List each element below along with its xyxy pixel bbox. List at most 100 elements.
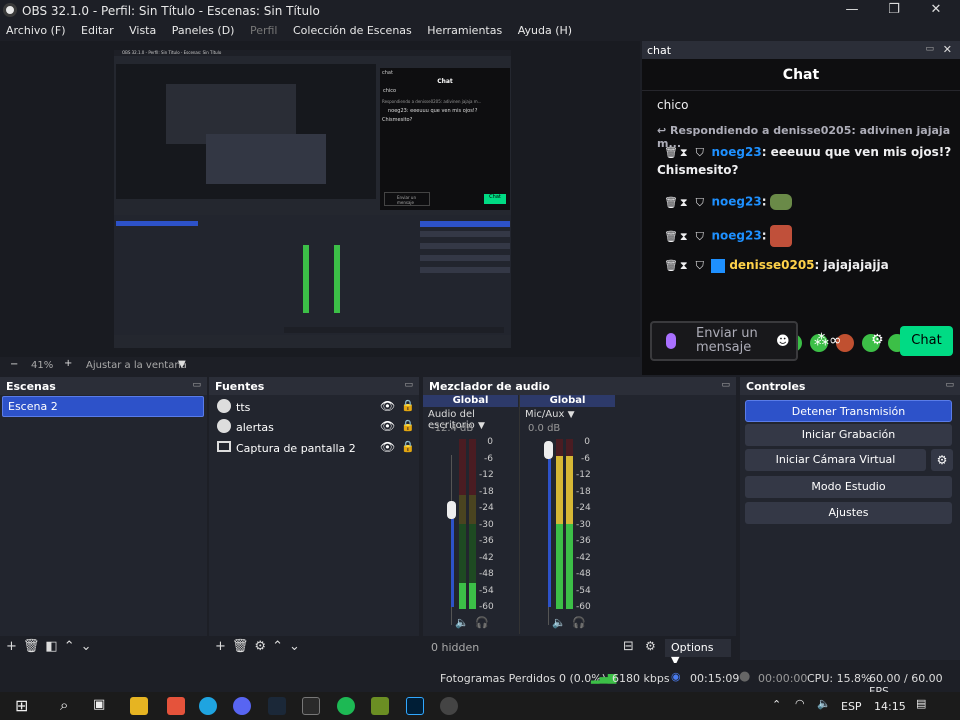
file-explorer-icon[interactable]: [130, 697, 148, 715]
emoji-icon[interactable]: ☻: [776, 334, 790, 349]
chat-username[interactable]: noeg23: [711, 145, 761, 159]
add-icon[interactable]: +: [215, 639, 226, 654]
bits-icon[interactable]: ⁂∞: [814, 331, 842, 349]
minecraft-icon[interactable]: [371, 697, 389, 715]
delete-icon[interactable]: 🗑: [664, 259, 678, 272]
task-view-icon[interactable]: ▣: [93, 697, 105, 712]
edge-icon[interactable]: [199, 697, 217, 715]
float-icon[interactable]: ▭: [925, 44, 934, 54]
gear-icon[interactable]: ⚙: [645, 639, 656, 653]
minimize-button[interactable]: —: [832, 0, 872, 21]
undock-icon[interactable]: ▭: [945, 380, 954, 390]
close-button[interactable]: ✕: [916, 0, 956, 21]
settings-button[interactable]: Ajustes: [745, 502, 952, 524]
chat-input[interactable]: Enviar un mensaje ☻: [650, 321, 798, 361]
up-icon[interactable]: ⌃: [64, 639, 75, 654]
trash-icon[interactable]: 🗑: [23, 639, 40, 654]
menu-perfil[interactable]: Perfil: [244, 21, 284, 37]
up-icon[interactable]: ⌃: [272, 639, 283, 654]
ban-shield-icon[interactable]: ⛉: [696, 259, 708, 273]
gear-icon[interactable]: ⚙: [254, 639, 266, 654]
timeout-icon[interactable]: ⧗: [680, 230, 692, 244]
start-virtual-camera-button[interactable]: Iniciar Cámara Virtual: [745, 449, 926, 471]
menu-editar[interactable]: Editar: [75, 21, 120, 37]
stop-stream-button[interactable]: Detener Transmisión: [745, 400, 952, 422]
notifications-icon[interactable]: ▤: [916, 697, 926, 710]
zoom-in-button[interactable]: +: [64, 358, 72, 369]
menu-ayuda[interactable]: Ayuda (H): [512, 21, 578, 37]
volume-fader[interactable]: [447, 501, 456, 519]
spotify-icon[interactable]: [337, 697, 355, 715]
lock-icon[interactable]: 🔒: [401, 440, 415, 453]
photoshop-icon[interactable]: [406, 697, 424, 715]
chat-send-button[interactable]: Chat: [900, 326, 953, 356]
source-item[interactable]: tts 👁 🔒: [217, 399, 415, 417]
eye-icon[interactable]: 👁: [380, 419, 395, 433]
ban-shield-icon[interactable]: ⛉: [696, 230, 708, 244]
scene-item[interactable]: Escena 2: [2, 396, 204, 417]
source-item[interactable]: Captura de pantalla 2 👁 🔒: [217, 440, 415, 458]
delete-icon[interactable]: 🗑: [664, 146, 678, 159]
epic-games-icon[interactable]: [302, 697, 320, 715]
clock[interactable]: 14:15: [874, 700, 906, 713]
undock-icon[interactable]: ▭: [192, 380, 201, 390]
add-icon[interactable]: +: [6, 639, 17, 654]
undock-icon[interactable]: ▭: [404, 380, 413, 390]
delete-icon[interactable]: 🗑: [664, 230, 678, 243]
mic-icon[interactable]: [666, 333, 676, 349]
down-icon[interactable]: ⌄: [289, 639, 300, 654]
brave-icon[interactable]: [167, 697, 185, 715]
eye-icon[interactable]: 👁: [380, 440, 395, 454]
settings-gear-icon[interactable]: ⚙: [871, 332, 884, 348]
volume-icon[interactable]: 🔈: [817, 697, 831, 710]
menu-vista[interactable]: Vista: [123, 21, 162, 37]
maximize-button[interactable]: ❐: [874, 0, 914, 21]
mixer-title: Mezclador de audio: [429, 380, 550, 393]
chat-username[interactable]: noeg23: [711, 229, 761, 243]
chevron-up-icon[interactable]: ⌃: [772, 698, 781, 711]
chat-username[interactable]: noeg23: [711, 195, 761, 209]
undock-icon[interactable]: ▭: [721, 380, 730, 390]
menu-archivo[interactable]: Archivo (F): [0, 21, 72, 37]
preview-area[interactable]: OBS 32.1.0 - Perfil: Sin Título - Escena…: [0, 41, 640, 357]
virtual-camera-settings-icon[interactable]: ⚙: [931, 449, 953, 471]
timeout-icon[interactable]: ⧗: [680, 146, 692, 160]
menu-herramientas[interactable]: Herramientas: [421, 21, 508, 37]
lock-icon[interactable]: 🔒: [401, 399, 415, 412]
studio-mode-button[interactable]: Modo Estudio: [745, 476, 952, 498]
eye-icon[interactable]: 👁: [380, 399, 395, 413]
menu-paneles[interactable]: Paneles (D): [166, 21, 241, 37]
monitor-headphone-icon[interactable]: 🎧: [475, 616, 489, 629]
source-item[interactable]: alertas 👁 🔒: [217, 419, 415, 437]
monitor-headphone-icon[interactable]: 🎧: [572, 616, 586, 629]
chat-username[interactable]: denisse0205: [729, 258, 814, 272]
filter-icon[interactable]: ◧: [45, 639, 57, 654]
search-icon[interactable]: ⌕: [60, 696, 68, 714]
zoom-out-button[interactable]: −: [10, 359, 18, 370]
layout-icon[interactable]: ⊟: [623, 639, 634, 654]
close-icon[interactable]: ✕: [943, 43, 952, 56]
steam-icon[interactable]: [268, 697, 286, 715]
options-button[interactable]: Options ▼: [665, 639, 731, 667]
delete-icon[interactable]: 🗑: [664, 196, 678, 209]
speaker-icon[interactable]: 🔈: [455, 616, 469, 629]
speaker-icon[interactable]: 🔈: [552, 616, 566, 629]
track-name[interactable]: Mic/Aux ▼: [525, 409, 615, 420]
timeout-icon[interactable]: ⧗: [680, 196, 692, 210]
start-recording-button[interactable]: Iniciar Grabación: [745, 424, 952, 446]
volume-fader[interactable]: [544, 441, 553, 459]
start-icon[interactable]: ⊞: [15, 696, 28, 715]
timeout-icon[interactable]: ⧗: [680, 259, 692, 273]
ban-shield-icon[interactable]: ⛉: [696, 196, 708, 210]
discord-icon[interactable]: [233, 697, 251, 715]
down-icon[interactable]: ⌄: [81, 639, 92, 654]
language-indicator[interactable]: ESP: [841, 700, 862, 713]
wifi-icon[interactable]: ◠: [795, 697, 805, 710]
menu-coleccion-escenas[interactable]: Colección de Escenas: [287, 21, 418, 37]
trash-icon[interactable]: 🗑: [232, 639, 249, 654]
ban-shield-icon[interactable]: ⛉: [696, 146, 708, 160]
fit-window-label[interactable]: Ajustar a la ventana: [86, 360, 187, 371]
lock-icon[interactable]: 🔒: [401, 419, 415, 432]
obs-taskbar-icon[interactable]: [440, 697, 458, 715]
chevron-down-icon[interactable]: ▼: [178, 359, 186, 370]
